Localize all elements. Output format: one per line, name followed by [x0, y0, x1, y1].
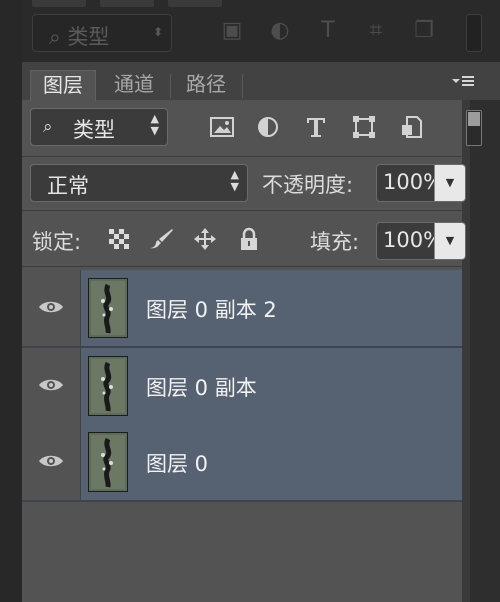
fill-dropdown-button[interactable]: ▼ [434, 223, 465, 259]
eye-icon [39, 455, 63, 467]
layer-name[interactable]: 图层 0 副本 2 [146, 294, 277, 324]
smart-object-filter-icon[interactable] [398, 114, 426, 140]
type-filter-icon[interactable] [302, 114, 330, 140]
layer-row[interactable]: 图层 0 副本 2 [22, 270, 462, 348]
tab-paths[interactable]: 路径 [174, 70, 238, 100]
layer-name[interactable]: 图层 0 副本 [146, 372, 257, 402]
filter-toggle-switch[interactable] [466, 110, 482, 146]
visibility-toggle[interactable] [22, 270, 81, 346]
tab-channels[interactable]: 通道 [102, 70, 166, 100]
fill-label: 填充: [310, 230, 360, 254]
blend-mode-label: 正常 [47, 174, 89, 198]
layer-thumbnail [88, 278, 128, 338]
tab-layers[interactable]: 图层 [30, 70, 96, 101]
lock-label: 锁定: [32, 230, 82, 254]
layer-name[interactable]: 图层 0 [146, 448, 208, 478]
layer-filter-row: ⌕ 类型 ▲ ▼ [22, 100, 482, 156]
visibility-toggle[interactable] [22, 424, 81, 500]
visibility-toggle[interactable] [22, 348, 81, 424]
lock-position-icon[interactable] [192, 226, 218, 252]
lock-all-icon[interactable] [236, 226, 262, 252]
opacity-field[interactable]: 100% ▼ [376, 164, 466, 202]
eye-icon [39, 301, 63, 313]
layers-list: 图层 0 副本 2 图层 0 副本 图层 0 [22, 268, 462, 502]
fill-field[interactable]: 100% ▼ [376, 222, 466, 260]
lock-transparent-pixels-icon[interactable] [106, 226, 132, 252]
layer-thumbnail [88, 356, 128, 416]
blend-mode-select[interactable]: 正常 ▲ ▼ [30, 164, 248, 202]
shape-filter-icon[interactable] [350, 114, 378, 140]
panel-menu-icon[interactable] [450, 72, 476, 94]
panel-tab-bar: 图层 通道 路径 [22, 62, 500, 101]
filter-kind-label: 类型 [73, 118, 115, 142]
blend-row: 正常 ▲ ▼ 不透明度: 100% ▼ [22, 158, 500, 208]
opacity-label: 不透明度: [262, 173, 354, 197]
ghost-filter-icons: ▣ ◐ T ⌗ ❐ [221, 18, 434, 43]
layer-thumbnail [88, 432, 128, 492]
ghost-panel-header: ⌕ 类型 ⬍ ▣ ◐ T ⌗ ❐ [22, 0, 500, 62]
lock-image-pixels-icon[interactable] [146, 226, 173, 252]
layer-row[interactable]: 图层 0 [22, 424, 462, 502]
select-arrows-icon: ▲ ▼ [150, 112, 159, 137]
image-filter-icon[interactable] [208, 114, 236, 140]
ghost-scroll-toggle [466, 14, 482, 52]
ghost-filter-select: ⌕ 类型 ⬍ [32, 14, 172, 52]
layer-row[interactable]: 图层 0 副本 [22, 348, 462, 426]
adjustment-filter-icon[interactable] [254, 114, 282, 140]
eye-icon [39, 379, 63, 391]
search-icon: ⌕ [43, 117, 53, 137]
select-arrows-icon: ▲ ▼ [230, 168, 239, 193]
opacity-dropdown-button[interactable]: ▼ [434, 165, 465, 201]
filter-kind-select[interactable]: ⌕ 类型 ▲ ▼ [30, 108, 168, 146]
lock-row: 锁定: 填充: 100% ▼ [22, 214, 500, 264]
